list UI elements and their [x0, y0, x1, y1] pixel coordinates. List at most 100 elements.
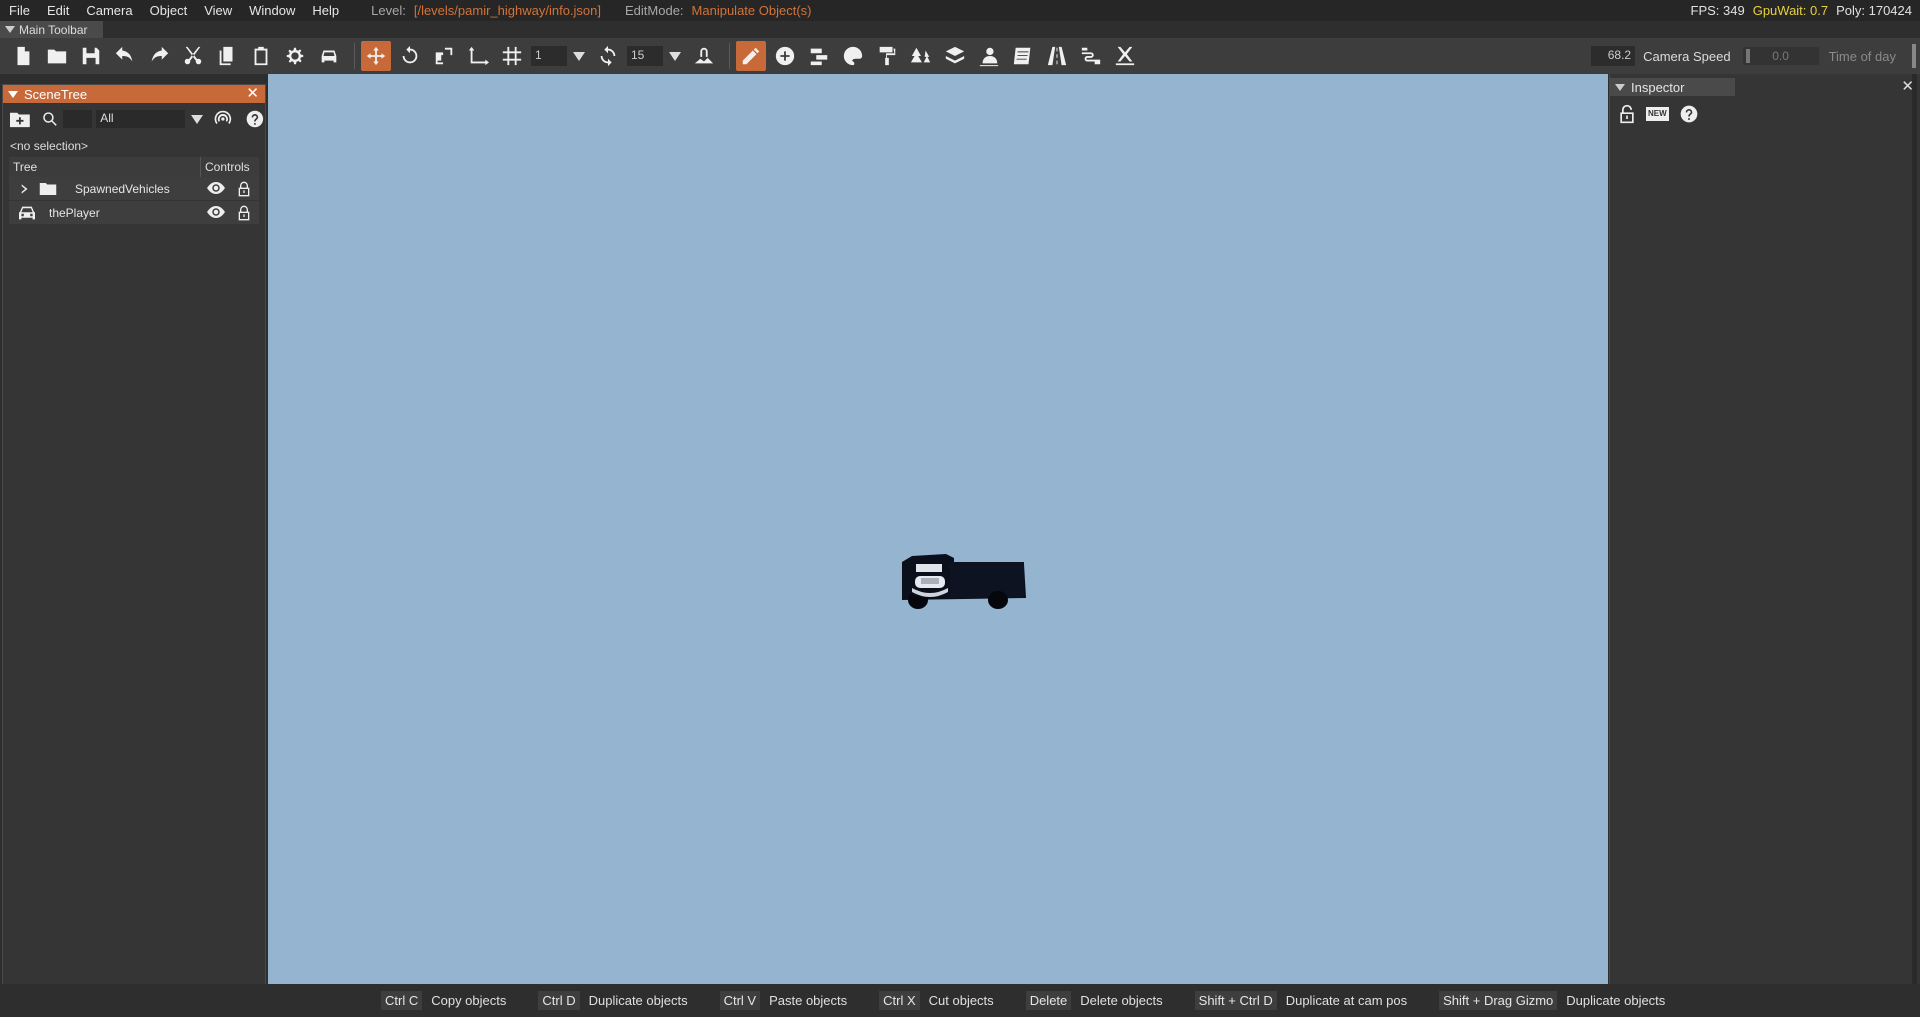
slider-handle[interactable] [1745, 49, 1750, 63]
menu-object[interactable]: Object [141, 3, 196, 18]
inspector-panel: Inspector ✕ NEW [1609, 74, 1920, 984]
toolbar-scrollbar[interactable] [1912, 44, 1916, 68]
hint-key: Ctrl C [381, 991, 423, 1010]
tree-row-spawnedvehicles[interactable]: SpawnedVehicles [9, 177, 259, 201]
copy-button[interactable] [212, 41, 242, 71]
lock-icon[interactable] [237, 205, 251, 221]
terrain-tool-button[interactable] [1110, 41, 1140, 71]
vehicle-button[interactable] [314, 41, 344, 71]
grid-size-dropdown-icon[interactable] [573, 51, 585, 61]
open-folder-button[interactable] [42, 41, 72, 71]
save-button[interactable] [76, 41, 106, 71]
scene-tree-title: SceneTree [24, 86, 88, 102]
road-icon [1047, 46, 1067, 66]
pencil-icon [742, 47, 760, 65]
player-vehicle[interactable] [898, 550, 1030, 616]
layers-icon [945, 46, 965, 64]
connector-icon [1081, 47, 1101, 65]
chevron-right-icon[interactable] [17, 182, 31, 196]
window-scrollbar[interactable] [1912, 74, 1917, 984]
edit-mode-button[interactable] [736, 41, 766, 71]
inspector-toolbar: NEW [1610, 96, 1920, 132]
menu-view[interactable]: View [195, 3, 240, 18]
poly-readout: Poly: 170424 [1836, 3, 1912, 18]
save-icon [82, 47, 100, 65]
new-file-button[interactable] [8, 41, 38, 71]
time-of-day-value: 0.0 [1772, 49, 1789, 63]
person-icon [979, 47, 999, 67]
rotation-snap-button[interactable] [593, 41, 623, 71]
paste-button[interactable] [246, 41, 276, 71]
redo-button[interactable] [144, 41, 174, 71]
broadcast-icon[interactable] [213, 109, 233, 129]
eye-icon[interactable] [207, 181, 225, 195]
camera-speed-input[interactable]: 68.2 [1591, 46, 1636, 66]
lock-icon[interactable] [237, 181, 251, 197]
menu-window[interactable]: Window [240, 3, 303, 18]
cut-button[interactable] [178, 41, 208, 71]
hint-key: Ctrl D [538, 991, 580, 1010]
undo-button[interactable] [110, 41, 140, 71]
snap-to-terrain-button[interactable] [689, 41, 719, 71]
create-object-button[interactable] [770, 41, 800, 71]
hint-delete: Delete Delete objects [1025, 991, 1163, 1010]
terrain-snap-icon [694, 47, 714, 64]
hint-key: Ctrl X [879, 991, 920, 1010]
menu-bar: File Edit Camera Object View Window Help… [0, 0, 1920, 21]
eye-icon[interactable] [207, 205, 225, 219]
toolbar-separator [729, 43, 730, 69]
layers-button[interactable] [940, 41, 970, 71]
forest-button[interactable] [906, 41, 936, 71]
scene-tree-header[interactable]: SceneTree ✕ [3, 85, 265, 103]
menu-edit[interactable]: Edit [38, 3, 77, 18]
grid-snap-button[interactable] [497, 41, 527, 71]
grid-icon [502, 46, 522, 66]
translate-tool-button[interactable] [361, 41, 391, 71]
main-toolbar-title[interactable]: Main Toolbar [0, 21, 103, 38]
ai-button[interactable] [974, 41, 1004, 71]
material-paint-button[interactable] [872, 41, 902, 71]
scale-tool-button[interactable] [429, 41, 459, 71]
tree-row-theplayer[interactable]: thePlayer [9, 201, 259, 225]
decal-road-button[interactable] [804, 41, 834, 71]
settings-button[interactable] [280, 41, 310, 71]
collapse-triangle-icon[interactable] [5, 26, 15, 33]
hint-duplicate: Ctrl D Duplicate objects [538, 991, 688, 1010]
collapse-triangle-icon[interactable] [1615, 83, 1625, 91]
inspector-header[interactable]: Inspector ✕ [1610, 78, 1920, 96]
menu-file[interactable]: File [0, 3, 38, 18]
close-icon[interactable]: ✕ [246, 84, 259, 102]
fps-readout: FPS: 349 [1690, 3, 1745, 18]
chevron-down-icon[interactable] [191, 114, 204, 124]
scene-tree-search-input[interactable] [62, 110, 93, 128]
mesh-road-button[interactable] [1076, 41, 1106, 71]
paint-drop-icon [843, 46, 863, 66]
rotate-icon [402, 45, 418, 64]
grid-size-input[interactable]: 1 [531, 46, 567, 66]
align-world-button[interactable] [463, 41, 493, 71]
hint-desc: Duplicate objects [1566, 993, 1666, 1008]
3d-viewport[interactable] [268, 74, 1608, 984]
help-icon[interactable] [1679, 104, 1699, 124]
menu-help[interactable]: Help [303, 3, 347, 18]
rotate-tool-button[interactable] [395, 41, 425, 71]
road-button[interactable] [1042, 41, 1072, 71]
time-of-day-label: Time of day [1828, 48, 1896, 64]
clipboard-icon [254, 46, 268, 66]
rotation-snap-input[interactable]: 15 [627, 46, 663, 66]
folder-icon [39, 182, 57, 195]
add-group-icon[interactable] [9, 110, 31, 128]
tree-row-label: thePlayer [49, 205, 100, 220]
help-icon[interactable] [245, 109, 265, 129]
unlock-icon[interactable] [1618, 104, 1636, 124]
hint-key: Ctrl V [719, 991, 761, 1010]
rotation-snap-dropdown-icon[interactable] [669, 51, 681, 61]
collapse-triangle-icon[interactable] [8, 90, 18, 98]
menu-camera[interactable]: Camera [77, 3, 140, 18]
new-inspector-button[interactable]: NEW [1646, 107, 1669, 121]
scene-tree-filter-select[interactable]: All [96, 110, 186, 128]
terrain-paint-button[interactable] [838, 41, 868, 71]
time-of-day-slider[interactable]: 0.0 [1742, 47, 1819, 65]
inspector-tab[interactable]: Inspector [1610, 78, 1735, 96]
river-button[interactable] [1008, 41, 1038, 71]
